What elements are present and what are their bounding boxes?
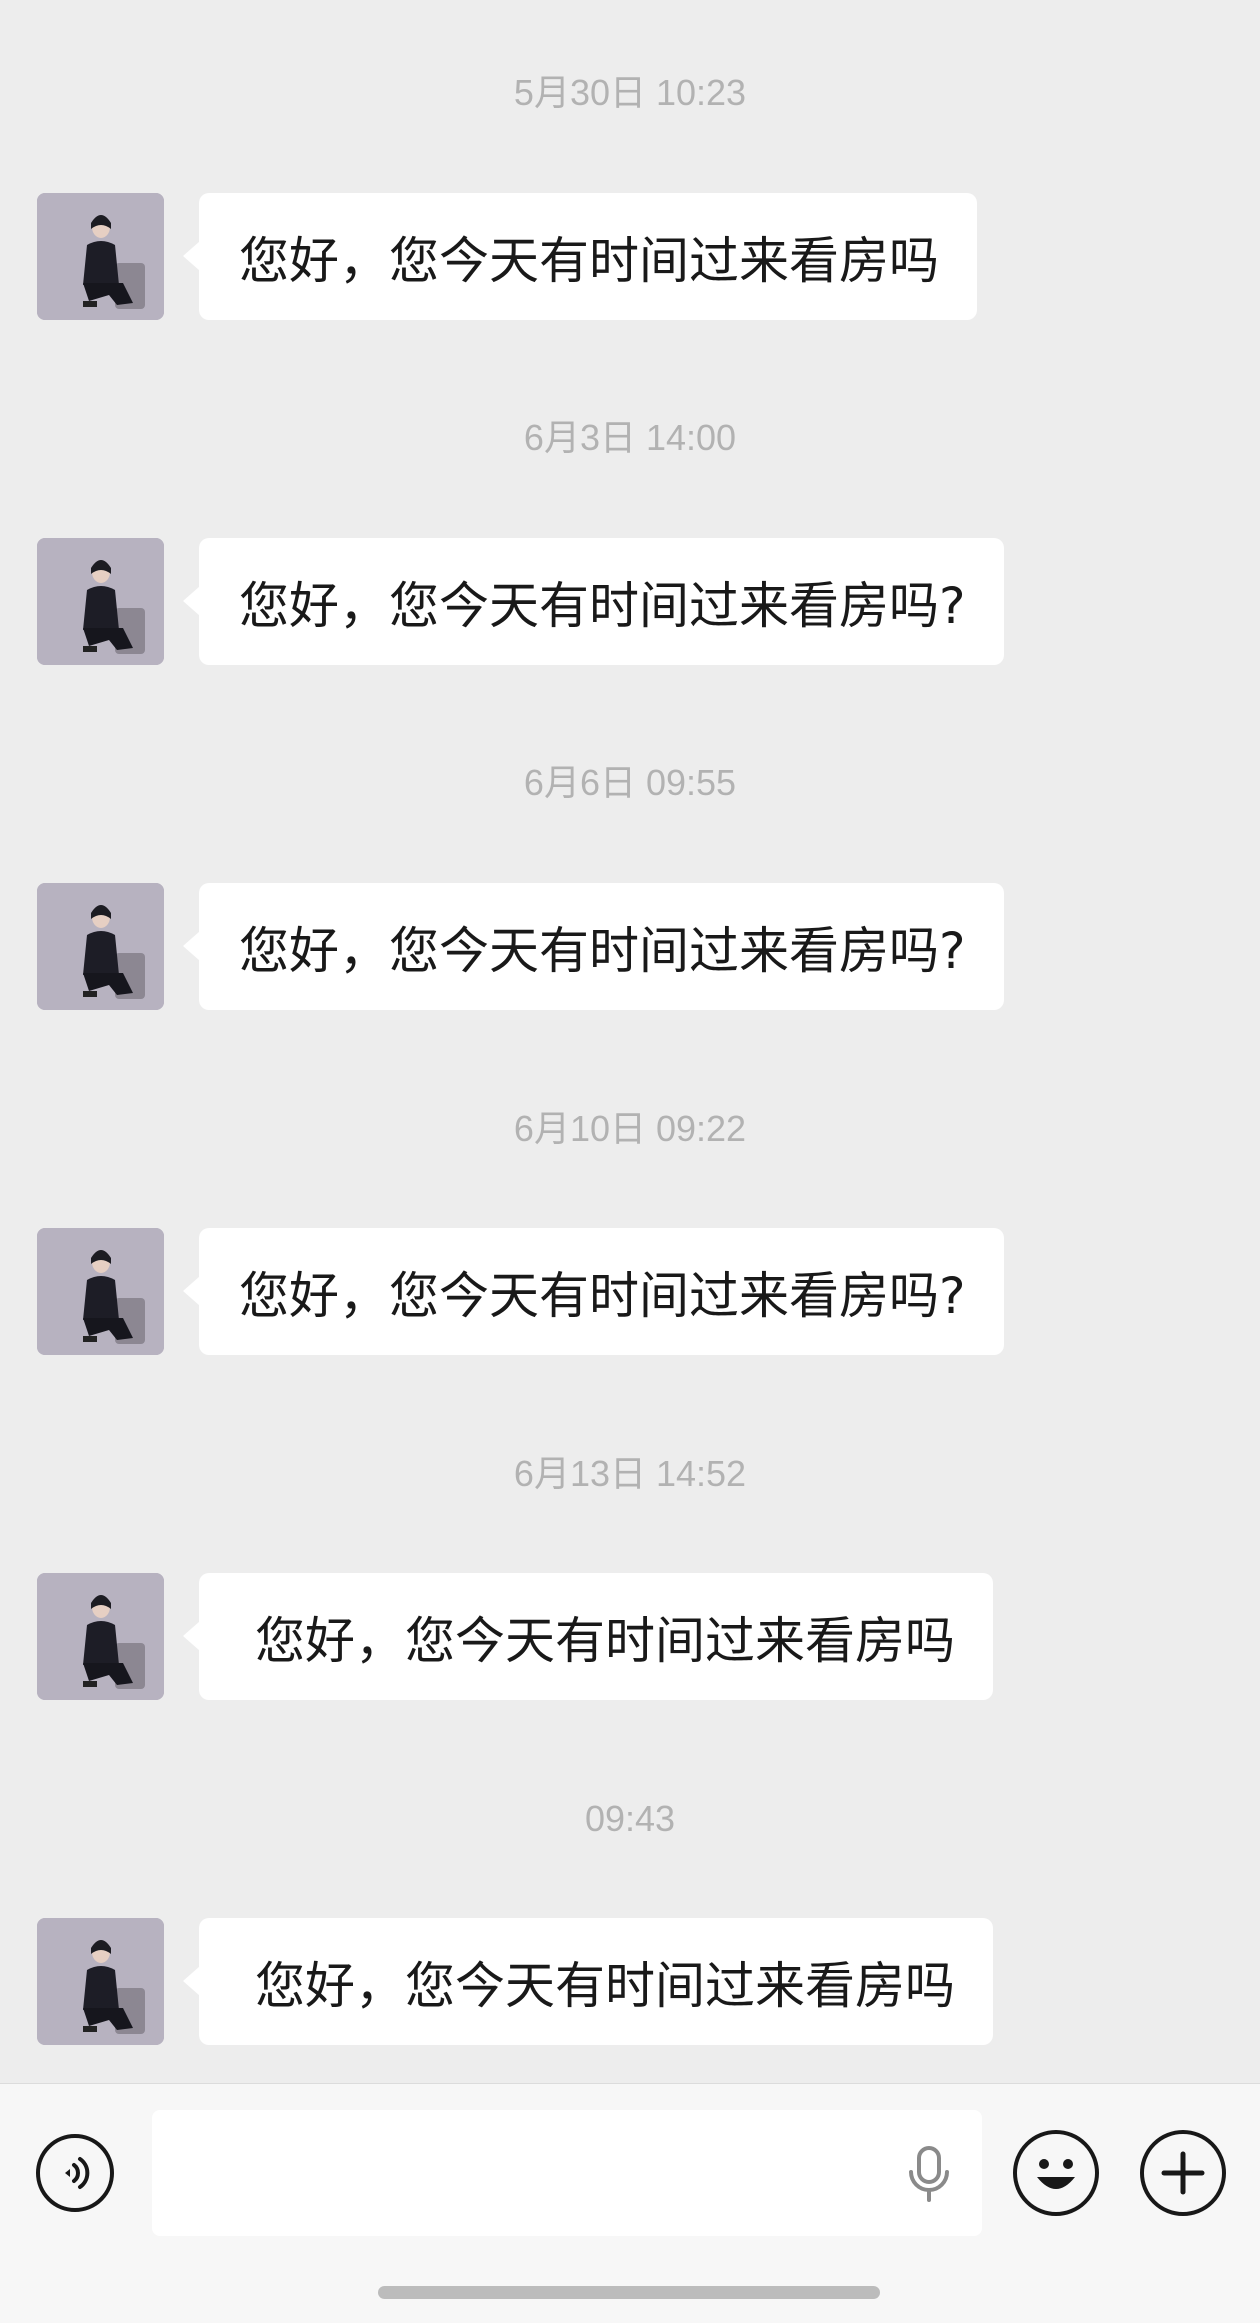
message-bubble[interactable]: 您好，您今天有时间过来看房吗? bbox=[183, 1228, 1004, 1355]
timestamp: 6月10日 09:22 bbox=[513, 1108, 747, 1149]
bubble-tail bbox=[183, 1966, 200, 1996]
message-bubble[interactable]: 您好，您今天有时间过来看房吗 bbox=[183, 193, 977, 320]
avatar[interactable] bbox=[37, 1573, 164, 1700]
home-indicator[interactable] bbox=[378, 2286, 880, 2299]
message-text: 您好，您今天有时间过来看房吗? bbox=[239, 921, 966, 980]
timestamp: 6月13日 14:52 bbox=[513, 1453, 747, 1494]
message-text: 您好，您今天有时间过来看房吗 bbox=[255, 1956, 955, 2015]
avatar[interactable] bbox=[37, 1918, 164, 2045]
message-text: 您好，您今天有时间过来看房吗? bbox=[239, 576, 966, 635]
message-row: 您好，您今天有时间过来看房吗? bbox=[0, 883, 1260, 1010]
message-row: 您好，您今天有时间过来看房吗 bbox=[0, 1573, 1260, 1700]
avatar[interactable] bbox=[37, 1228, 164, 1355]
message-row: 您好，您今天有时间过来看房吗? bbox=[0, 538, 1260, 665]
plus-icon bbox=[1161, 2151, 1205, 2195]
voice-icon bbox=[65, 2157, 90, 2189]
message-row: 您好，您今天有时间过来看房吗 bbox=[0, 193, 1260, 320]
message-text: 您好，您今天有时间过来看房吗 bbox=[255, 1611, 955, 1670]
timestamp: 5月30日 10:23 bbox=[513, 72, 747, 113]
avatar-image bbox=[37, 1918, 164, 2045]
message-text: 您好，您今天有时间过来看房吗 bbox=[239, 231, 939, 290]
message-bubble[interactable]: 您好，您今天有时间过来看房吗? bbox=[183, 538, 1004, 665]
bubble-tail bbox=[183, 1621, 200, 1651]
avatar-image bbox=[37, 193, 164, 320]
avatar-image bbox=[37, 1228, 164, 1355]
avatar[interactable] bbox=[37, 538, 164, 665]
emoji-button[interactable] bbox=[1013, 2130, 1099, 2216]
message-input[interactable] bbox=[152, 2110, 982, 2236]
avatar[interactable] bbox=[37, 193, 164, 320]
chat-history[interactable]: 5月30日 10:23 您好，您今天有时间过来看房吗 6月3日 14:00 您好… bbox=[0, 0, 1260, 2083]
bubble-tail bbox=[183, 1276, 200, 1306]
bubble-tail bbox=[183, 241, 200, 271]
avatar-image bbox=[37, 1573, 164, 1700]
smiley-icon bbox=[1037, 2159, 1075, 2189]
message-row: 您好，您今天有时间过来看房吗 bbox=[0, 1918, 1260, 2045]
bubble-tail bbox=[183, 586, 200, 616]
bubble-tail bbox=[183, 931, 200, 961]
timestamp: 09:43 bbox=[584, 1798, 676, 1839]
message-bubble[interactable]: 您好，您今天有时间过来看房吗? bbox=[183, 883, 1004, 1010]
message-bubble[interactable]: 您好，您今天有时间过来看房吗 bbox=[183, 1918, 993, 2045]
timestamp: 6月6日 09:55 bbox=[523, 762, 737, 803]
message-bubble[interactable]: 您好，您今天有时间过来看房吗 bbox=[183, 1573, 993, 1700]
input-bar bbox=[0, 2083, 1260, 2323]
voice-button[interactable] bbox=[36, 2134, 114, 2212]
microphone-icon[interactable] bbox=[904, 2146, 954, 2204]
timestamp: 6月3日 14:00 bbox=[523, 417, 737, 458]
message-text: 您好，您今天有时间过来看房吗? bbox=[239, 1266, 966, 1325]
message-row: 您好，您今天有时间过来看房吗? bbox=[0, 1228, 1260, 1355]
avatar[interactable] bbox=[37, 883, 164, 1010]
avatar-image bbox=[37, 538, 164, 665]
avatar-image bbox=[37, 883, 164, 1010]
plus-button[interactable] bbox=[1140, 2130, 1226, 2216]
